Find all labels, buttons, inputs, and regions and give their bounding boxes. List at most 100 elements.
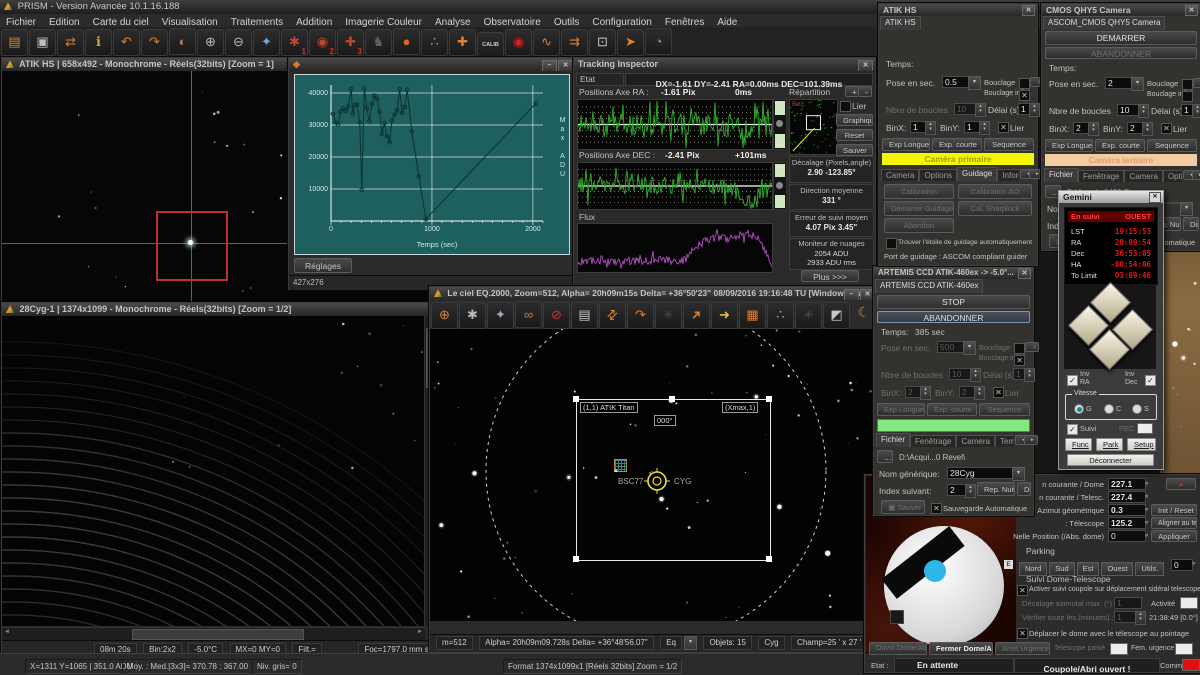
scroll-right-icon[interactable]: ► (417, 629, 423, 635)
binx-spinner[interactable] (1088, 122, 1099, 136)
init-reset-button[interactable]: Init / Reset (1151, 504, 1197, 516)
bouclage-infini-checkbox[interactable] (1182, 91, 1193, 102)
parking-input[interactable]: 0 (1171, 559, 1193, 571)
close-button[interactable]: ✕ (558, 60, 573, 71)
sauver-button[interactable]: ▣ Sauver (881, 500, 925, 514)
biny-spinner[interactable] (974, 386, 985, 400)
deplacer-checkbox[interactable] (1017, 628, 1028, 639)
exp-longue-button[interactable]: Exp Longue (882, 138, 930, 151)
qhy5-panel-titlebar[interactable]: CMOS QHY5 Camera ✕ (1042, 4, 1200, 16)
paint-icon[interactable]: ◔ (645, 28, 672, 55)
lier-checkbox[interactable] (1161, 123, 1172, 134)
bouclage-infini-checkbox[interactable] (1014, 355, 1025, 366)
sequence-button[interactable]: Sequence (979, 403, 1030, 416)
atik-panel-titlebar[interactable]: ATIK HS ✕ (879, 4, 1037, 16)
dome-handle[interactable] (890, 610, 904, 624)
abandon-button[interactable]: Abandon (884, 218, 954, 233)
minimize-button[interactable]: – (542, 60, 557, 71)
tab-ascom-qhy5[interactable]: ASCOM_CMOS QHY5 Camera (1043, 16, 1165, 30)
nbre-spinner[interactable] (1138, 104, 1149, 118)
demarrer-button[interactable]: DEMARRER (1045, 31, 1197, 45)
pose-dropdown-icon[interactable] (963, 341, 976, 355)
cancel-x-button[interactable]: ✕ (1193, 78, 1200, 88)
next-icon[interactable]: ➜ (711, 302, 738, 329)
eq-select[interactable]: Eq (660, 636, 682, 650)
deconnecter-button[interactable]: Déconnecter (1067, 454, 1154, 466)
abandonner-button[interactable]: ABANDONNER (877, 311, 1030, 323)
dec-slider[interactable] (773, 162, 787, 210)
ra-slider[interactable] (773, 99, 787, 150)
dir-button[interactable]: Dir (1183, 217, 1199, 231)
browse-button[interactable]: ... (877, 450, 893, 463)
lier-checkbox[interactable] (993, 387, 1004, 398)
nelle-input[interactable]: 0 (1108, 530, 1146, 542)
sauver-button[interactable]: Sauver (836, 144, 873, 156)
camera-1-icon[interactable]: ✱1 (281, 29, 308, 56)
nom-dropdown-icon[interactable] (1180, 202, 1193, 216)
exp-courte-button[interactable]: Exp. courte (927, 403, 977, 416)
biny-spinner[interactable] (1142, 122, 1153, 136)
find-star-checkbox[interactable] (886, 238, 897, 249)
aligner-button[interactable]: Aligner au tel. (1151, 517, 1197, 529)
reglages-button[interactable]: Réglages (294, 258, 352, 273)
tab-information[interactable]: Information (997, 169, 1019, 181)
binx-spinner[interactable] (925, 121, 936, 135)
rep-nuit-button[interactable]: Rep. Nuit (977, 482, 1015, 496)
delai-spinner[interactable] (1029, 103, 1040, 117)
tab-camera[interactable]: Camera (881, 169, 919, 181)
cyg-image-view[interactable] (2, 316, 425, 626)
tab-fen-trage[interactable]: Fenêtrage (910, 435, 956, 447)
bouclage-checkbox[interactable] (1019, 78, 1030, 89)
exp-longue-button[interactable]: Exp Longue (1045, 139, 1093, 152)
repartition-minus-button[interactable]: - (858, 86, 872, 97)
graphiques-button[interactable]: Graphiques (836, 114, 873, 126)
close-button[interactable]: ✕ (1149, 192, 1161, 203)
minimize-button[interactable]: – (844, 289, 859, 300)
biny-spinner[interactable] (979, 121, 990, 135)
screen-icon[interactable]: ⊡ (589, 29, 616, 56)
gear-icon[interactable]: ✱ (459, 302, 486, 329)
skymap-view[interactable]: (1,1) ATIK Titan (Xmax,1) 000° BSC77 CYG (430, 329, 877, 621)
tab-guidage[interactable]: Guidage (957, 167, 997, 181)
close-button[interactable]: ✕ (1022, 5, 1035, 16)
eq-dropdown-icon[interactable] (684, 636, 697, 650)
undo-icon[interactable]: ↶ (113, 29, 140, 56)
calib-icon[interactable]: CALIB (477, 32, 504, 59)
park-utils[interactable]: Utils. (1135, 562, 1164, 576)
crescent-icon[interactable]: ☾ (857, 304, 870, 321)
sauvegarde-checkbox[interactable] (931, 503, 942, 514)
tab-atik-hs[interactable]: ATIK HS (880, 16, 921, 30)
planets-icon[interactable]: ∴ (767, 302, 794, 329)
camera-3-icon[interactable]: ✚3 (337, 29, 364, 56)
collapse-icon[interactable]: ✳ (655, 302, 682, 329)
satellite-icon[interactable]: ∴ (421, 29, 448, 56)
zoom-out-icon[interactable]: ⊖ (225, 29, 252, 56)
print-icon[interactable]: ▤ (571, 302, 598, 329)
exp-courte-button[interactable]: Exp. courte (932, 138, 982, 151)
image-preview-icon[interactable]: ✦ (253, 29, 280, 56)
tracking-titlebar[interactable]: Tracking Inspector ✕ (574, 58, 875, 71)
bouclage-infini-checkbox[interactable] (1019, 90, 1030, 101)
pose-dropdown-icon[interactable] (1131, 77, 1144, 91)
calibration-ao-button[interactable]: Calibration AO (958, 184, 1032, 199)
verifier-spinner[interactable] (1135, 611, 1146, 625)
delai-spinner[interactable] (1192, 104, 1200, 118)
export-icon[interactable]: ⇉ (561, 29, 588, 56)
close-button[interactable]: ✕ (1185, 5, 1198, 16)
record-icon[interactable]: ◉ (505, 29, 532, 56)
ephemeris-icon[interactable]: ▦ (739, 302, 766, 329)
gemini-titlebar[interactable]: Gemini ✕ (1059, 191, 1163, 203)
index-spinner[interactable] (965, 484, 976, 498)
dome-up-button[interactable]: ▲ (1166, 478, 1196, 490)
tab-fichier[interactable]: Fichier (876, 433, 910, 447)
zoom-in-icon[interactable]: ⊕ (197, 29, 224, 56)
bouclage-checkbox[interactable] (1182, 79, 1193, 90)
bouclage-checkbox[interactable] (1014, 343, 1025, 354)
speed-s-radio[interactable] (1132, 404, 1142, 414)
tab-options[interactable]: Options (919, 169, 957, 181)
nom-generique-input[interactable]: 28Cyg (947, 467, 1015, 479)
transfer-icon[interactable]: ⇄ (57, 29, 84, 56)
verifier-input[interactable]: 1 (1114, 611, 1136, 623)
cancel-x-button[interactable]: ✕ (1025, 342, 1039, 352)
func-button[interactable]: Func (1065, 438, 1092, 451)
